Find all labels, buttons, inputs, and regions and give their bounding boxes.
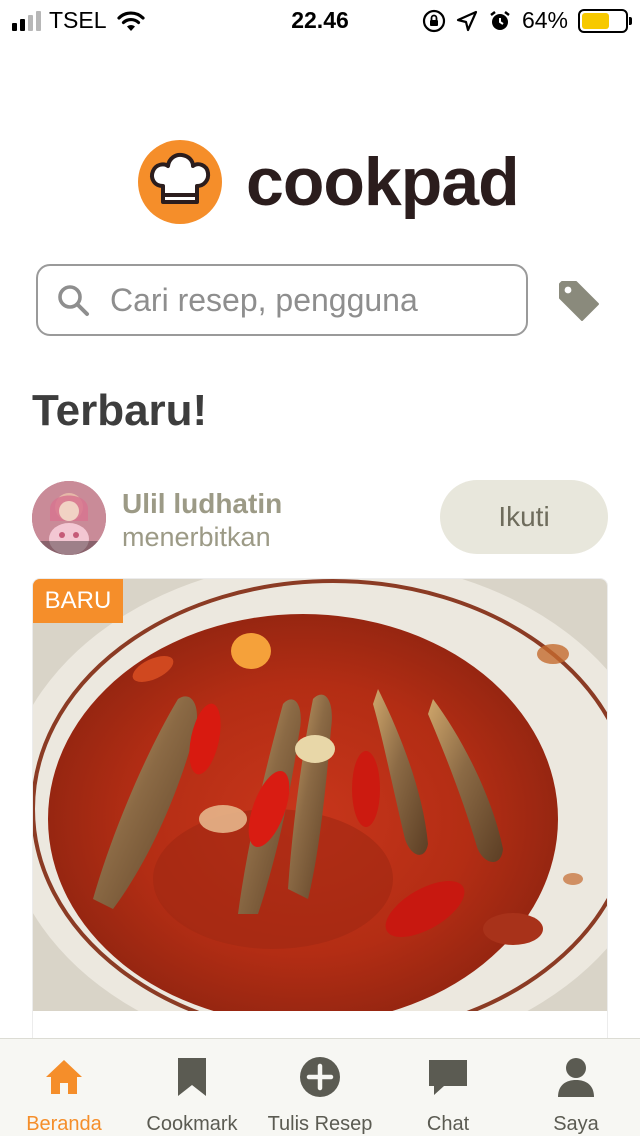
orientation-lock-icon: [422, 9, 446, 32]
tab-beranda[interactable]: Beranda: [0, 1039, 128, 1136]
tab-label: Chat: [426, 1113, 470, 1135]
section-title: Terbaru!: [32, 386, 208, 435]
bookmark-icon: [178, 1058, 206, 1096]
tab-label: Tulis Resep: [267, 1113, 373, 1135]
battery-percent: 64%: [521, 7, 568, 33]
tab-cookmark[interactable]: Cookmark: [128, 1039, 256, 1136]
bottom-tab-bar: Beranda Cookmark Tulis Resep Chat Saya: [0, 1038, 640, 1136]
new-badge: BARU: [33, 579, 123, 623]
recipe-card[interactable]: BARU: [32, 578, 608, 1048]
tab-label: Beranda: [26, 1113, 102, 1135]
add-circle-icon: [300, 1057, 340, 1097]
user-action: menerbitkan: [122, 522, 271, 552]
cookpad-home-screen: TSEL 22.46 64% cookpad Cari resep, pengg…: [0, 0, 640, 1136]
location-arrow-icon: [456, 10, 478, 31]
tab-saya[interactable]: Saya: [512, 1039, 640, 1136]
tag-icon[interactable]: [556, 278, 602, 324]
chef-hat-icon: [138, 140, 222, 224]
cookpad-logo: cookpad: [138, 140, 520, 224]
tab-chat[interactable]: Chat: [384, 1039, 512, 1136]
tab-label: Cookmark: [146, 1113, 238, 1135]
profile-icon: [558, 1058, 594, 1097]
search-input[interactable]: Cari resep, pengguna: [36, 264, 528, 336]
avatar[interactable]: [32, 481, 106, 555]
recipe-photo[interactable]: [33, 579, 608, 1011]
battery-icon: [578, 8, 632, 33]
brand-name: cookpad: [246, 144, 520, 220]
alarm-icon: [490, 10, 510, 30]
search-icon: [58, 285, 89, 316]
user-name[interactable]: Ulil ludhatin: [122, 488, 282, 520]
status-bar-right: 64%: [422, 7, 632, 34]
home-icon: [46, 1060, 82, 1094]
tab-tulis-resep[interactable]: Tulis Resep: [256, 1039, 384, 1136]
status-bar: TSEL 22.46 64%: [0, 0, 640, 40]
tab-label: Saya: [553, 1113, 599, 1135]
chat-icon: [429, 1060, 467, 1095]
search-placeholder: Cari resep, pengguna: [110, 281, 418, 318]
follow-button[interactable]: Ikuti: [440, 480, 608, 554]
battery-level: [582, 12, 609, 29]
